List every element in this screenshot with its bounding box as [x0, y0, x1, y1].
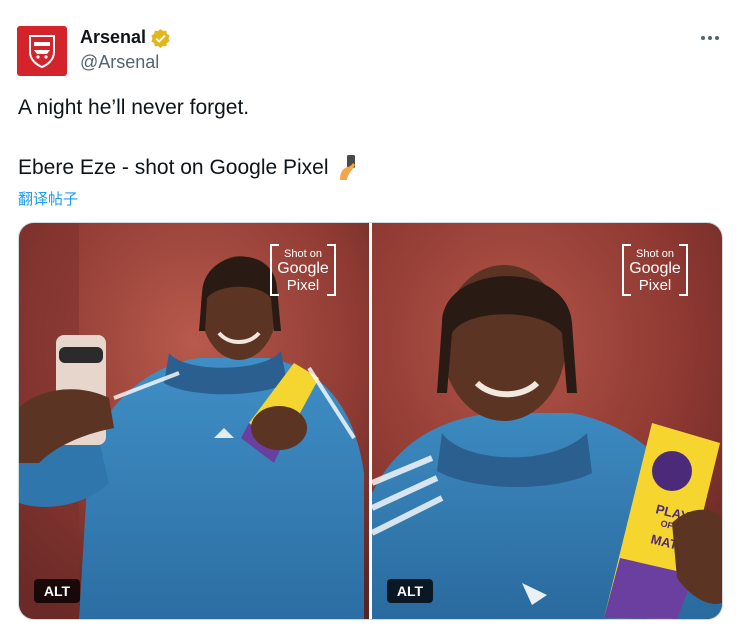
selfie-emoji-icon	[340, 155, 355, 180]
shot-on-pixel-watermark: Shot on Google Pixel	[269, 243, 337, 297]
post-text-line-1: A night he’ll never forget.	[18, 96, 250, 119]
verified-badge-icon	[151, 28, 170, 49]
author-handle[interactable]: @Arsenal	[80, 52, 159, 73]
media-grid: PLAYER OF THE MATCH Shot on Google Pixel…	[18, 222, 723, 620]
translate-post-link[interactable]: 翻译帖子	[18, 188, 78, 209]
watermark-line-3: Pixel	[638, 277, 672, 294]
watermark-line-1: Shot on	[636, 248, 674, 260]
shot-on-pixel-watermark: Shot on Google Pixel	[621, 243, 689, 297]
watermark-line-2: Google	[629, 260, 681, 277]
avatar[interactable]	[17, 26, 67, 76]
watermark-line-1: Shot on	[284, 248, 322, 260]
watermark-line-3: Pixel	[286, 277, 320, 294]
author-name[interactable]: Arsenal	[80, 27, 146, 48]
post-text-line-2: Ebere Eze - shot on Google Pixel	[18, 156, 329, 179]
arsenal-crest-icon	[29, 35, 55, 68]
watermark-line-2: Google	[277, 260, 329, 277]
alt-text-button[interactable]: ALT	[34, 579, 80, 603]
more-options-icon[interactable]	[696, 27, 724, 49]
alt-text-button[interactable]: ALT	[387, 579, 433, 603]
